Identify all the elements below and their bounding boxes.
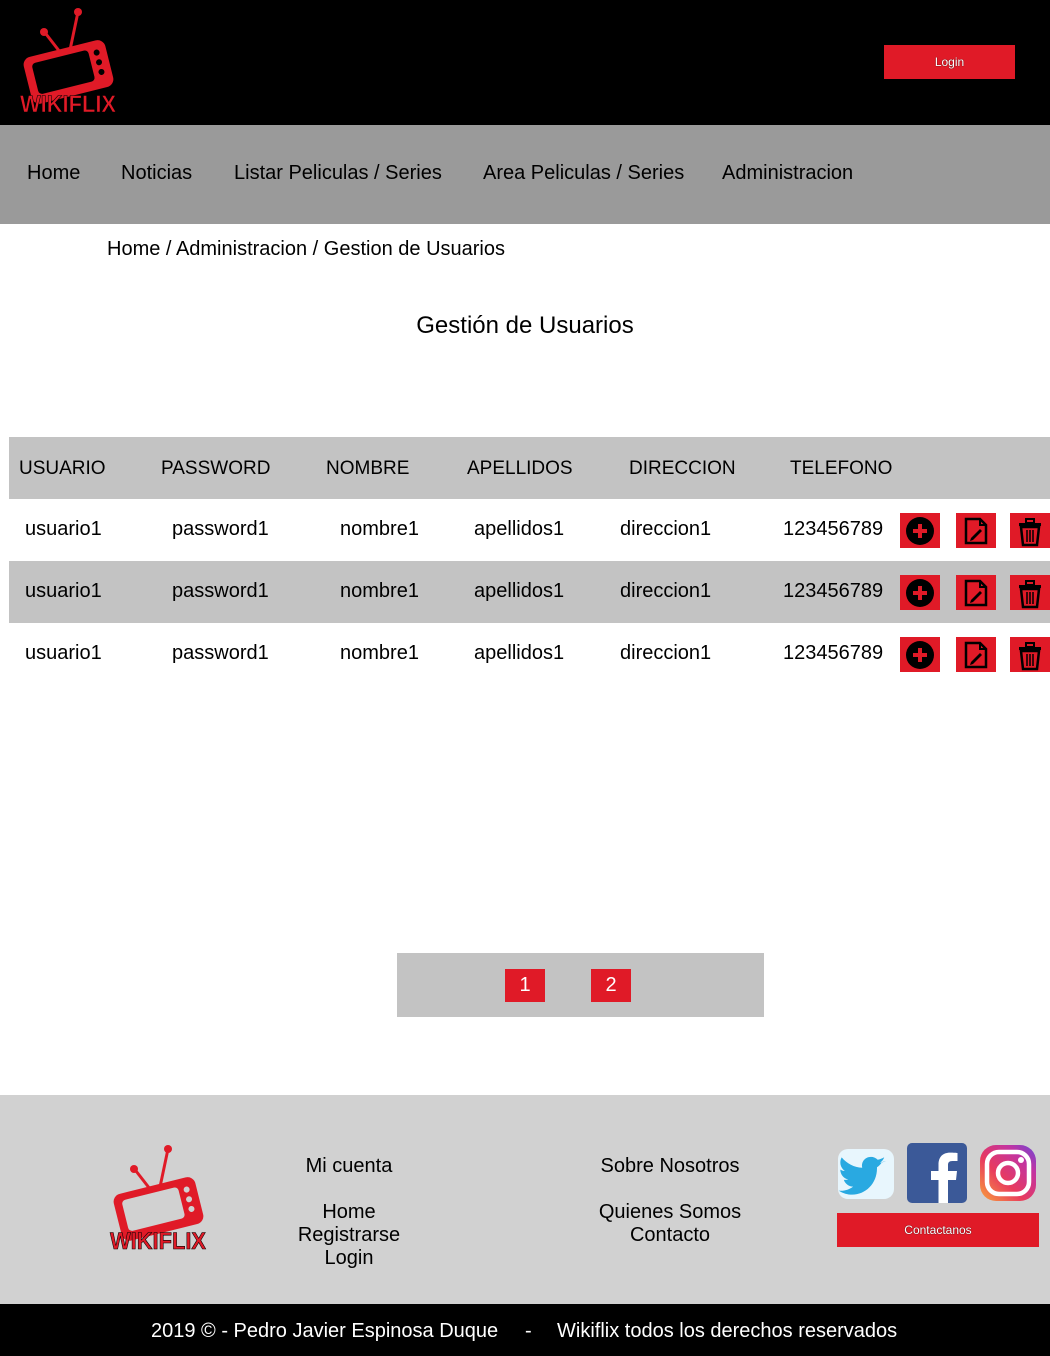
cell-usuario: usuario1 <box>25 518 102 540</box>
edit-icon <box>964 579 988 606</box>
footer-link-quienes-somos[interactable]: Quienes Somos <box>570 1201 770 1224</box>
cell-direccion: direccion1 <box>620 642 712 664</box>
add-button[interactable] <box>900 637 940 672</box>
delete-icon <box>1019 517 1041 546</box>
cell-password: password1 <box>172 580 269 602</box>
cell-usuario: usuario1 <box>25 580 102 602</box>
column-header-password: PASSWORD <box>161 458 271 479</box>
breadcrumb-separator: / <box>160 238 176 260</box>
footer-wikiflix-logo[interactable]: WIKIFLIX <box>106 1145 210 1253</box>
breadcrumb: Home / Administracion / Gestion de Usuar… <box>107 238 505 261</box>
cell-usuario: usuario1 <box>25 642 102 664</box>
footer-link-home[interactable]: Home <box>259 1201 439 1224</box>
page-button-2[interactable]: 2 <box>591 969 631 1002</box>
cell-nombre: nombre1 <box>340 642 419 664</box>
add-icon <box>906 640 934 669</box>
cell-nombre: nombre1 <box>340 518 419 540</box>
edit-button[interactable] <box>956 575 996 610</box>
breadcrumb-home[interactable]: Home <box>107 238 160 260</box>
breadcrumb-administracion[interactable]: Administracion <box>176 238 307 260</box>
column-header-nombre: NOMBRE <box>326 458 410 479</box>
footer-about-column: Sobre Nosotros Quienes Somos Contacto <box>570 1155 770 1247</box>
login-button[interactable]: Login <box>884 45 1015 79</box>
edit-button[interactable] <box>956 637 996 672</box>
column-header-telefono: TELEFONO <box>790 458 893 479</box>
column-header-usuario: USUARIO <box>19 458 106 479</box>
nav-item-listar-peliculas[interactable]: Listar Peliculas / Series <box>234 162 442 185</box>
cell-direccion: direccion1 <box>620 518 712 540</box>
edit-button[interactable] <box>956 513 996 548</box>
table-row: usuario1 password1 nombre1 apellidos1 di… <box>9 561 1050 623</box>
column-header-apellidos: APELLIDOS <box>467 458 573 479</box>
cell-nombre: nombre1 <box>340 580 419 602</box>
table-row: usuario1 password1 nombre1 apellidos1 di… <box>9 623 1050 685</box>
cell-password: password1 <box>172 518 269 540</box>
instagram-icon[interactable] <box>978 1143 1038 1203</box>
copyright-separator: - <box>525 1320 532 1342</box>
pagination: 1 2 <box>397 953 764 1017</box>
column-header-direccion: DIRECCION <box>629 458 736 479</box>
copyright-text: 2019 © - Pedro Javier Espinosa Duque <box>151 1320 499 1342</box>
add-icon <box>906 578 934 607</box>
delete-button[interactable] <box>1010 637 1050 672</box>
table-header-row: USUARIO PASSWORD NOMBRE APELLIDOS DIRECC… <box>9 437 1050 499</box>
footer-link-registrarse[interactable]: Registrarse <box>259 1224 439 1247</box>
cell-telefono: 123456789 <box>783 642 884 664</box>
edit-icon <box>964 641 988 668</box>
contact-button[interactable]: Contactanos <box>837 1213 1039 1247</box>
cell-password: password1 <box>172 642 269 664</box>
twitter-icon[interactable] <box>836 1143 896 1203</box>
footer-account-title: Mi cuenta <box>305 1155 393 1177</box>
nav-item-noticias[interactable]: Noticias <box>121 162 192 185</box>
delete-icon <box>1019 579 1041 608</box>
breadcrumb-current: Gestion de Usuarios <box>323 238 505 260</box>
footer-about-title: Sobre Nosotros <box>600 1155 740 1177</box>
wikiflix-logo[interactable]: WIKIFLIX <box>16 8 120 116</box>
footer-account-column: Mi cuenta Home Registrarse Login <box>259 1155 439 1270</box>
footer-link-contacto[interactable]: Contacto <box>570 1224 770 1247</box>
add-button[interactable] <box>900 575 940 610</box>
edit-icon <box>964 517 988 544</box>
rights-text: Wikiflix todos los derechos reservados <box>557 1320 898 1342</box>
cell-telefono: 123456789 <box>783 518 884 540</box>
table-row: usuario1 password1 nombre1 apellidos1 di… <box>9 499 1050 561</box>
add-button[interactable] <box>900 513 940 548</box>
facebook-icon[interactable] <box>907 1143 967 1203</box>
nav-item-area-peliculas[interactable]: Area Peliculas / Series <box>483 162 684 185</box>
nav-item-administracion[interactable]: Administracion <box>722 162 853 185</box>
delete-button[interactable] <box>1010 513 1050 548</box>
breadcrumb-separator: / <box>307 238 324 260</box>
footer-link-login[interactable]: Login <box>259 1247 439 1270</box>
footer-logo-text: WIKIFLIX <box>110 1228 206 1253</box>
page-title: Gestión de Usuarios <box>416 312 634 339</box>
delete-button[interactable] <box>1010 575 1050 610</box>
cell-apellidos: apellidos1 <box>474 642 565 664</box>
nav-item-home[interactable]: Home <box>27 162 80 185</box>
cell-telefono: 123456789 <box>783 580 884 602</box>
copyright-bar: 2019 © - Pedro Javier Espinosa Duque - W… <box>0 1304 1050 1356</box>
add-icon <box>906 516 934 545</box>
logo-text: WIKIFLIX <box>20 91 116 116</box>
cell-apellidos: apellidos1 <box>474 518 565 540</box>
page-button-1[interactable]: 1 <box>505 969 545 1002</box>
cell-apellidos: apellidos1 <box>474 580 565 602</box>
cell-direccion: direccion1 <box>620 580 712 602</box>
delete-icon <box>1019 641 1041 670</box>
